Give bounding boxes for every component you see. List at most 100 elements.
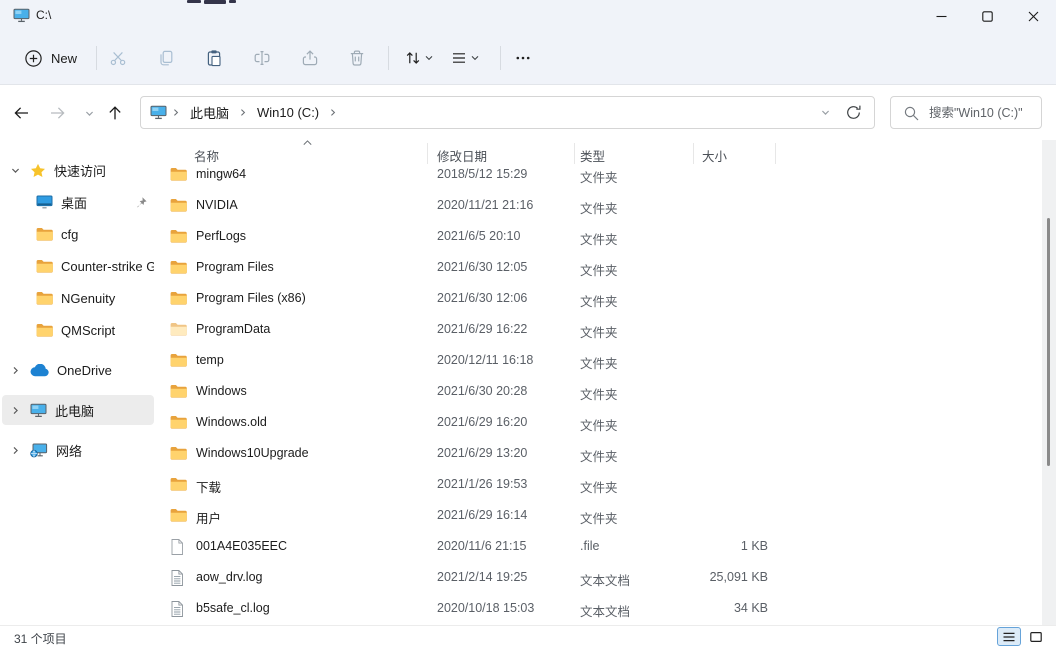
- folder-icon: [36, 323, 53, 337]
- sidebar-item[interactable]: 网络: [2, 435, 154, 465]
- chevron-right-icon[interactable]: [10, 445, 22, 456]
- address-bar[interactable]: 此电脑 Win10 (C:): [140, 96, 875, 129]
- folder-icon: [170, 508, 187, 522]
- close-button[interactable]: [1010, 0, 1056, 32]
- item-count: 31 个项目: [14, 630, 67, 647]
- icons-view-icon: [1029, 631, 1043, 643]
- file-row[interactable]: Program Files (x86)2021/6/30 12:06文件夹: [160, 283, 1042, 314]
- sidebar-item[interactable]: 快速访问: [2, 155, 154, 185]
- clipboard-icon: [205, 49, 223, 67]
- rename-button[interactable]: [245, 42, 279, 74]
- new-button[interactable]: New: [16, 42, 85, 74]
- chevron-down-icon: [470, 53, 480, 63]
- chevron-down-icon[interactable]: [820, 107, 831, 118]
- sidebar-item[interactable]: OneDrive: [2, 355, 154, 385]
- sidebar-item-label: cfg: [61, 227, 78, 242]
- file-type: 文件夹: [580, 415, 618, 434]
- search-input[interactable]: [927, 105, 1041, 121]
- file-name: NVIDIA: [196, 198, 238, 212]
- toolbar-divider: [500, 46, 501, 70]
- details-view-button[interactable]: [997, 627, 1021, 646]
- scrollbar-thumb[interactable]: [1047, 218, 1050, 466]
- back-button[interactable]: [6, 98, 36, 128]
- location-icon: [149, 105, 168, 120]
- sidebar: 快速访问桌面 cfg Counter-strike GNGenuityQMScrip…: [0, 140, 157, 625]
- file-row[interactable]: PerfLogs2021/6/5 20:10文件夹: [160, 221, 1042, 252]
- folder-icon: [170, 446, 187, 460]
- file-name: b5safe_cl.log: [196, 601, 270, 615]
- sidebar-item[interactable]: NGenuity: [2, 283, 154, 313]
- refresh-icon[interactable]: [845, 104, 862, 121]
- icons-view-button[interactable]: [1024, 627, 1048, 646]
- folder-icon: [36, 227, 53, 241]
- file-row[interactable]: 001A4E035EEC2020/11/6 21:15.file1 KB: [160, 531, 1042, 562]
- file-explorer-window: C:\ New: [0, 0, 1056, 647]
- text-file-icon: [170, 601, 184, 617]
- navigation-bar: 此电脑 Win10 (C:): [0, 85, 1056, 140]
- file-type: 文件夹: [580, 384, 618, 403]
- file-row[interactable]: Windows2021/6/30 20:28文件夹: [160, 376, 1042, 407]
- up-button[interactable]: [100, 98, 130, 128]
- file-name: temp: [196, 353, 224, 367]
- file-name: Windows.old: [196, 415, 267, 429]
- folder-icon: [170, 260, 187, 274]
- breadcrumb-item[interactable]: Win10 (C:): [251, 102, 325, 123]
- chevron-down-icon[interactable]: [10, 165, 22, 176]
- breadcrumb-item[interactable]: 此电脑: [184, 100, 235, 125]
- chevron-right-icon[interactable]: [10, 405, 22, 416]
- more-button[interactable]: [506, 42, 540, 74]
- sidebar-item[interactable]: QMScript: [2, 315, 154, 345]
- folder-icon: [170, 167, 187, 181]
- file-date-modified: 2021/6/29 13:20: [437, 446, 527, 460]
- trash-icon: [348, 49, 366, 67]
- file-row[interactable]: Program Files2021/6/30 12:05文件夹: [160, 252, 1042, 283]
- file-row[interactable]: temp2020/12/11 16:18文件夹: [160, 345, 1042, 376]
- file-row[interactable]: ProgramData2021/6/29 16:22文件夹: [160, 314, 1042, 345]
- file-row[interactable]: 用户2021/6/29 16:14文件夹: [160, 500, 1042, 531]
- file-name: Program Files: [196, 260, 274, 274]
- view-lines-icon: [450, 49, 468, 67]
- file-type: 文件夹: [580, 229, 618, 248]
- search-box: [890, 96, 1042, 129]
- share-button[interactable]: [293, 42, 327, 74]
- file-row[interactable]: Windows.old2021/6/29 16:20文件夹: [160, 407, 1042, 438]
- forward-button[interactable]: [42, 98, 72, 128]
- toolbar-divider: [96, 46, 97, 70]
- maximize-button[interactable]: [964, 0, 1010, 32]
- file-date-modified: 2020/10/18 15:03: [437, 601, 534, 615]
- file-row[interactable]: 下载2021/1/26 19:53文件夹: [160, 469, 1042, 500]
- paste-button[interactable]: [197, 42, 231, 74]
- titlebar[interactable]: C:\: [0, 0, 1056, 32]
- command-bar: New: [0, 32, 1056, 83]
- text-file-icon: [170, 570, 184, 586]
- cloud-icon: [30, 364, 49, 377]
- file-row[interactable]: NVIDIA2020/11/21 21:16文件夹: [160, 190, 1042, 221]
- cut-button[interactable]: [101, 42, 135, 74]
- arrow-right-icon: [48, 104, 67, 122]
- file-size: 34 KB: [608, 601, 768, 615]
- sidebar-item[interactable]: cfg: [2, 219, 154, 249]
- sidebar-item-label: 桌面: [61, 193, 87, 212]
- file-type: 文件夹: [580, 260, 618, 279]
- folder-icon: [170, 477, 187, 491]
- chevron-right-icon[interactable]: [10, 365, 22, 376]
- copy-icon: [157, 49, 175, 67]
- sidebar-item[interactable]: 桌面: [2, 187, 154, 217]
- delete-button[interactable]: [340, 42, 374, 74]
- screen-artifact: [187, 0, 201, 3]
- sidebar-item[interactable]: 此电脑: [2, 395, 154, 425]
- file-row[interactable]: Windows10Upgrade2021/6/29 13:20文件夹: [160, 438, 1042, 469]
- folder-icon: [170, 384, 187, 398]
- folder-icon: [36, 291, 53, 305]
- file-name: Windows: [196, 384, 247, 398]
- sidebar-item[interactable]: Counter-strike G: [2, 251, 154, 281]
- breadcrumb-separator-icon: [170, 107, 182, 118]
- sort-ascending-icon: [302, 139, 313, 146]
- copy-button[interactable]: [149, 42, 183, 74]
- chevron-down-icon: [424, 53, 434, 63]
- file-row[interactable]: aow_drv.log2021/2/14 19:25文本文档25,091 KB: [160, 562, 1042, 593]
- vertical-scrollbar[interactable]: [1042, 140, 1056, 625]
- file-row[interactable]: b5safe_cl.log2020/10/18 15:03文本文档34 KB: [160, 593, 1042, 624]
- file-row[interactable]: mingw642018/5/12 15:29文件夹: [160, 159, 1042, 190]
- minimize-button[interactable]: [918, 0, 964, 32]
